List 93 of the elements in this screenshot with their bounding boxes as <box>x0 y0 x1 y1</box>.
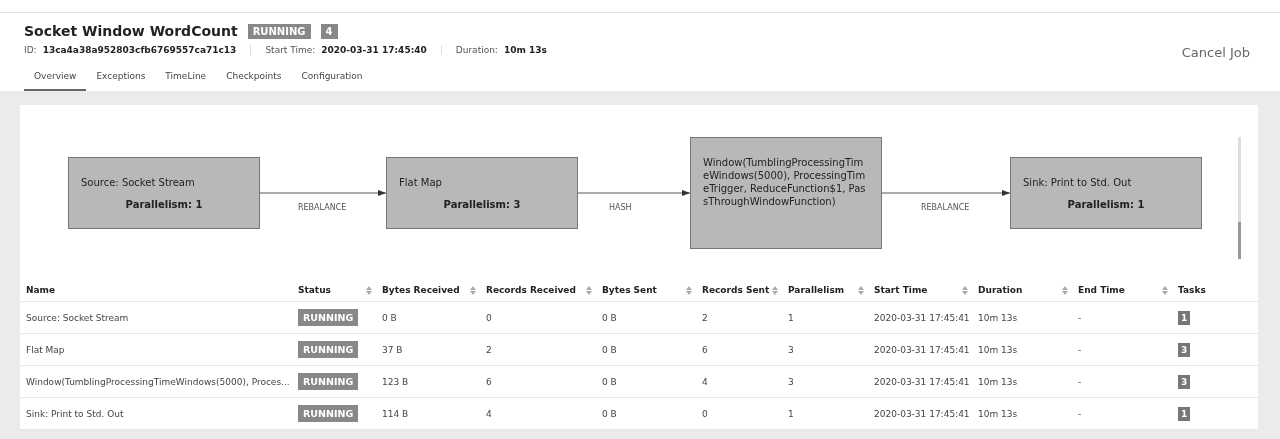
duration: 10m 13s <box>503 45 547 55</box>
sort-icon[interactable] <box>962 285 968 295</box>
operator-node[interactable]: Window(TumblingProcessingTimeWindows(5000), ProcessingTimeTrigger, ReduceFunction$1, PassThroughWindowFunction) <box>690 137 882 249</box>
table-cell: 4 <box>486 408 492 419</box>
table-cell: 0 B <box>602 344 617 355</box>
id-label: ID: <box>24 45 37 55</box>
table-cell: - <box>1078 344 1082 355</box>
task-count-badge: 1 <box>1178 310 1191 325</box>
table-cell: 2 <box>486 344 492 355</box>
operator-name: Sink: Print to Std. Out <box>1023 176 1133 189</box>
table-cell: 114 B <box>382 408 409 419</box>
table-cell: 0 B <box>602 408 617 419</box>
job-id: 13ca4a38a952803cfb6769557ca71c13 <box>42 45 237 55</box>
zoom-slider[interactable] <box>1238 137 1241 259</box>
column-header[interactable]: Bytes Received <box>382 285 460 295</box>
start-time: 2020-03-31 17:45:40 <box>321 45 427 55</box>
table-cell: 3 <box>788 344 794 355</box>
edge-label: REBALANCE <box>921 203 970 212</box>
operator-name: Flat Map <box>399 176 443 189</box>
status-badge: RUNNING <box>298 405 359 422</box>
column-header[interactable]: Bytes Sent <box>602 285 657 295</box>
table-cell: 37 B <box>382 344 403 355</box>
table-cell: 2020-03-31 17:45:41 <box>874 376 970 387</box>
column-header[interactable]: Name <box>26 285 56 295</box>
table-cell: 10m 13s <box>978 344 1018 355</box>
operator-name: Source: Socket Stream <box>81 176 196 189</box>
table-cell: Flat Map <box>26 344 65 355</box>
tab[interactable]: Checkpoints <box>216 65 292 91</box>
table-cell: 0 <box>486 312 492 323</box>
table-cell: 6 <box>486 376 492 387</box>
table-cell: 2020-03-31 17:45:41 <box>874 408 970 419</box>
edge-label: REBALANCE <box>298 203 347 212</box>
table-cell: Sink: Print to Std. Out <box>26 408 124 419</box>
status-badge: RUNNING <box>298 341 359 358</box>
table-cell: 1 <box>788 408 794 419</box>
sort-icon[interactable] <box>1062 285 1068 295</box>
column-header[interactable]: Records Received <box>486 285 576 295</box>
tab[interactable]: Configuration <box>291 65 373 91</box>
sort-icon[interactable] <box>772 285 778 295</box>
sort-icon[interactable] <box>686 285 692 295</box>
tab[interactable]: Exceptions <box>86 65 156 91</box>
column-header[interactable]: Duration <box>978 285 1023 295</box>
column-header[interactable]: Status <box>298 285 331 295</box>
table-cell: 6 <box>702 344 708 355</box>
task-count-badge: 1 <box>1178 406 1191 421</box>
table-cell: Window(TumblingProcessingTimeWindows(5000), Proces... <box>26 376 290 387</box>
operator-parallelism: Parallelism: 3 <box>442 199 522 210</box>
status-badge: RUNNING <box>247 23 311 39</box>
task-count-badge: 4 <box>320 23 338 39</box>
status-badge: RUNNING <box>298 309 359 326</box>
sort-icon[interactable] <box>470 285 476 295</box>
column-header[interactable]: Tasks <box>1178 285 1206 295</box>
operator-parallelism: Parallelism: 1 <box>124 199 204 210</box>
table-cell: 0 B <box>602 312 617 323</box>
sort-icon[interactable] <box>366 285 372 295</box>
operator-name: Window(TumblingProcessingTimeWindows(5000), ProcessingTimeTrigger, ReduceFunction$1, PassThroughWindowFunction) <box>703 156 867 208</box>
table-cell: 0 B <box>602 376 617 387</box>
table-cell: 1 <box>788 312 794 323</box>
table-cell: 10m 13s <box>978 376 1018 387</box>
start-time-label: Start Time: <box>265 45 316 55</box>
column-header[interactable]: Parallelism <box>788 285 845 295</box>
column-header[interactable]: Records Sent <box>702 285 770 295</box>
sort-icon[interactable] <box>858 285 864 295</box>
status-badge: RUNNING <box>298 373 359 390</box>
table-cell: 2 <box>702 312 708 323</box>
table-cell: 4 <box>702 376 708 387</box>
operator-node[interactable]: Sink: Print to Std. Out Parallelism: 1 <box>1010 157 1202 229</box>
table-cell: 2020-03-31 17:45:41 <box>874 312 970 323</box>
column-header[interactable]: End Time <box>1078 285 1125 295</box>
operator-node[interactable]: Source: Socket Stream Parallelism: 1 <box>68 157 260 229</box>
table-cell: 123 B <box>382 376 409 387</box>
table-cell: - <box>1078 376 1082 387</box>
table-cell: 10m 13s <box>978 408 1018 419</box>
cancel-job-button[interactable]: Cancel Job <box>1175 43 1256 61</box>
sort-icon[interactable] <box>586 285 592 295</box>
task-count-badge: 3 <box>1178 374 1191 389</box>
table-cell: Source: Socket Stream <box>26 312 129 323</box>
tab[interactable]: TimeLine <box>155 65 217 91</box>
operator-node[interactable]: Flat Map Parallelism: 3 <box>386 157 578 229</box>
column-header[interactable]: Start Time <box>874 285 928 295</box>
job-title: Socket Window WordCount <box>24 23 238 39</box>
edge-label: HASH <box>609 203 632 212</box>
duration-label: Duration: <box>455 45 498 55</box>
operator-parallelism: Parallelism: 1 <box>1066 199 1146 210</box>
table-cell: 10m 13s <box>978 312 1018 323</box>
table-cell: - <box>1078 312 1082 323</box>
sort-icon[interactable] <box>1162 285 1168 295</box>
table-cell: 0 B <box>382 312 397 323</box>
table-cell: - <box>1078 408 1082 419</box>
task-count-badge: 3 <box>1178 342 1191 357</box>
table-cell: 2020-03-31 17:45:41 <box>874 344 970 355</box>
table-cell: 0 <box>702 408 708 419</box>
table-cell: 3 <box>788 376 794 387</box>
